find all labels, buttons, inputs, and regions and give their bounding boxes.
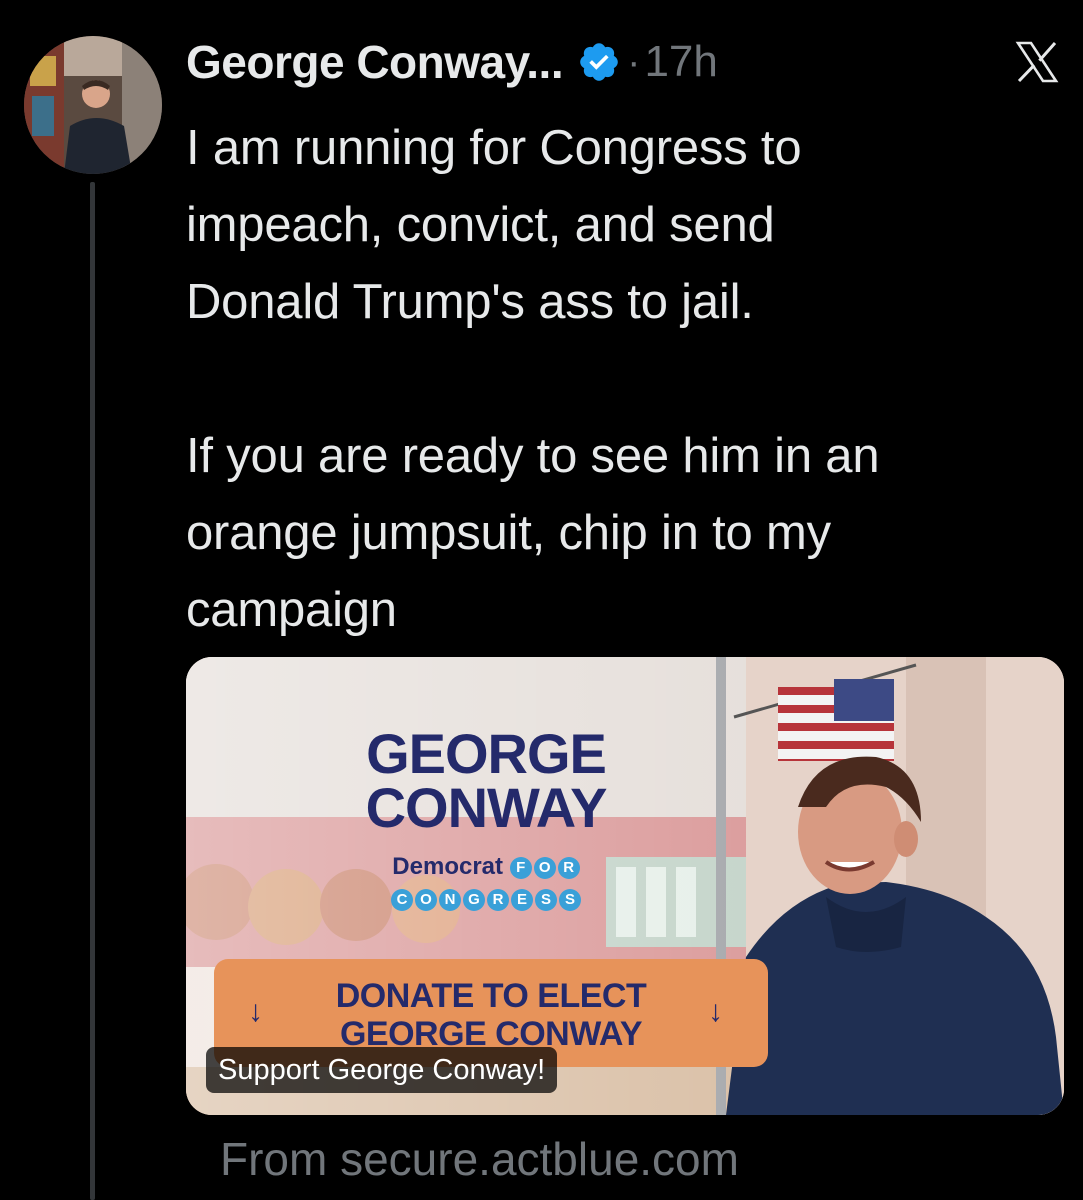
tweet-paragraph-1: I am running for Congress to impeach, co… (186, 121, 802, 329)
brand-letter: S (535, 888, 557, 911)
avatar[interactable] (24, 36, 162, 174)
avatar-photo (24, 36, 162, 174)
brand-logo: GEORGE CONWAY Democrat F O R C O N G R E (321, 722, 651, 913)
brand-letter: R (487, 888, 509, 911)
card-domain[interactable]: From secure.actblue.com (220, 1132, 739, 1186)
x-logo-icon (1015, 41, 1059, 83)
brand-for: F O R (509, 856, 580, 879)
brand-letter: O (533, 856, 556, 879)
card-title-overlay[interactable]: Support George Conway! (206, 1047, 558, 1093)
brand-letter: C (391, 888, 413, 911)
link-card[interactable]: GEORGE CONWAY Democrat F O R C O N G R E (186, 657, 1064, 1115)
verified-badge-icon (580, 43, 618, 81)
brand-letter: G (463, 888, 485, 911)
tweet-header: George Conway... · 17h (186, 30, 718, 94)
brand-congress: C O N G R E S S (321, 885, 651, 913)
brand-letter: N (439, 888, 461, 911)
tweet-paragraph-2: If you are ready to see him in an orange… (186, 429, 880, 637)
brand-name-line1: GEORGE (366, 722, 607, 785)
timestamp[interactable]: 17h (644, 37, 717, 87)
donate-text: DONATE TO ELECT GEORGE CONWAY (335, 977, 647, 1053)
arrow-down-icon: ↓ (708, 995, 723, 1028)
brand-subtitle: Democrat F O R (321, 853, 651, 881)
brand-letter: O (415, 888, 437, 911)
timestamp-separator: · (627, 39, 641, 84)
display-name[interactable]: George Conway... (186, 35, 564, 89)
thread-line (90, 182, 95, 1200)
brand-letter: F (509, 856, 532, 879)
brand-party: Democrat (392, 853, 504, 880)
tweet-text: I am running for Congress to impeach, co… (186, 110, 1056, 649)
brand-letter: S (559, 888, 581, 911)
brand-letter: E (511, 888, 533, 911)
tweet[interactable]: George Conway... · 17h I am running for … (0, 0, 1083, 1200)
brand-letter: R (557, 856, 580, 879)
brand-name-line2: CONWAY (365, 776, 608, 839)
